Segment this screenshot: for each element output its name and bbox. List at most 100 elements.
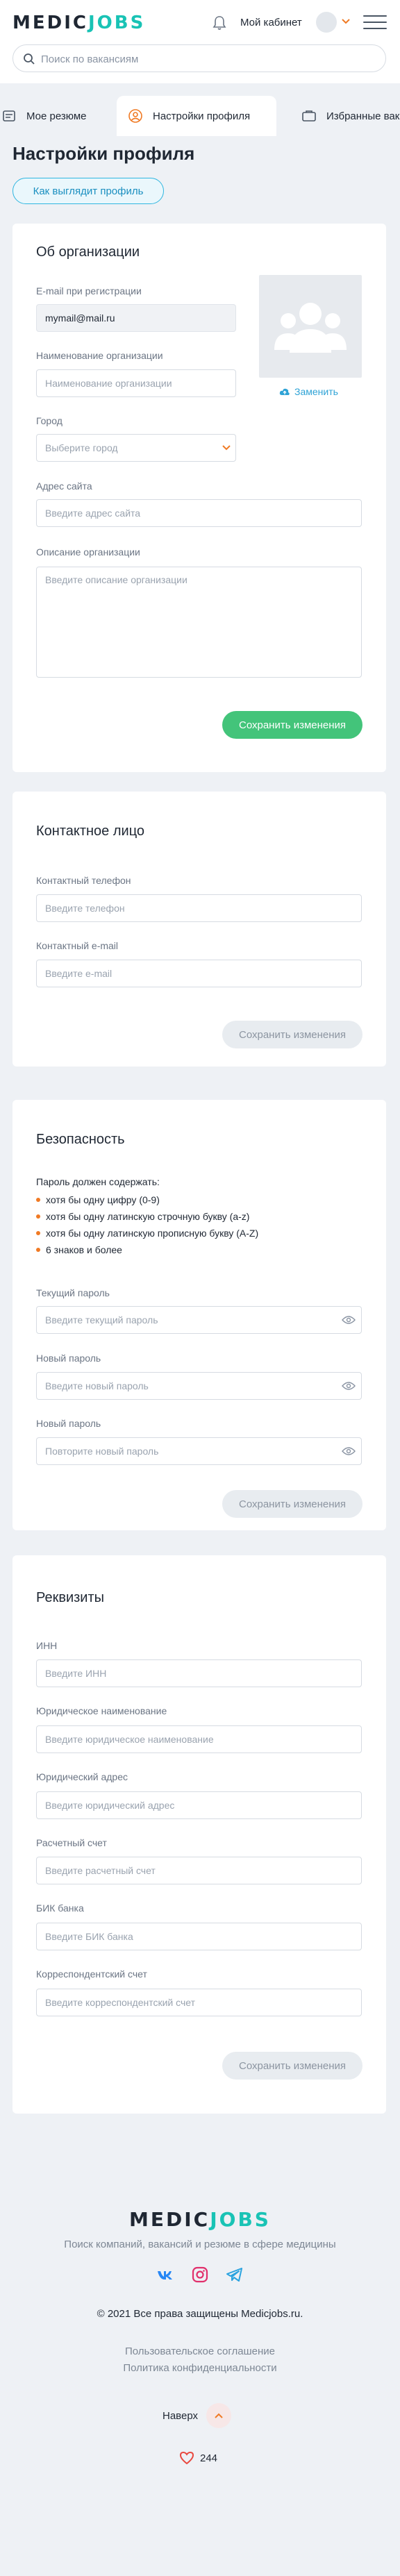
- registration-email-field[interactable]: [36, 304, 236, 332]
- bullet-icon: [36, 1214, 40, 1219]
- account-label: Расчетный счет: [36, 1837, 107, 1848]
- logo-jobs-text: JOBS: [210, 2208, 271, 2231]
- new-password-label: Новый пароль: [36, 1353, 101, 1364]
- legal-address-input[interactable]: [36, 1791, 362, 1819]
- bell-icon[interactable]: [212, 15, 226, 31]
- current-password-input[interactable]: [36, 1306, 362, 1334]
- requisites-card: Реквизиты ИНН Юридическое наименование Ю…: [12, 1555, 386, 2114]
- favorites-icon: [302, 110, 316, 122]
- repeat-password-label: Новый пароль: [36, 1418, 101, 1429]
- preview-profile-button[interactable]: Как выглядит профиль: [12, 178, 164, 204]
- legal-address-label: Юридический адрес: [36, 1771, 128, 1782]
- change-photo-label: Заменить: [294, 386, 338, 397]
- logo-jobs-text: JOBS: [88, 12, 146, 33]
- section-title: Об организации: [36, 244, 140, 260]
- save-requisites-button[interactable]: Сохранить изменения: [222, 2052, 362, 2080]
- save-contact-button[interactable]: Сохранить изменения: [222, 1021, 362, 1048]
- description-textarea[interactable]: [36, 567, 362, 678]
- instagram-icon[interactable]: [190, 2265, 210, 2284]
- new-password-input[interactable]: [36, 1372, 362, 1400]
- profile-settings-icon: [128, 109, 142, 123]
- corr-account-input[interactable]: [36, 1989, 362, 2016]
- section-title: Реквизиты: [36, 1590, 105, 1605]
- password-rule: хотя бы одну латинскую строчную букву (a…: [36, 1211, 249, 1222]
- legal-name-label: Юридическое наименование: [36, 1705, 167, 1716]
- page-title: Настройки профиля: [12, 143, 195, 164]
- copyright: © 2021 Все права защищены Medicjobs.ru.: [97, 2308, 303, 2320]
- back-to-top-label: Наверх: [162, 2409, 198, 2422]
- tab-my-resume[interactable]: Мое резюме: [0, 96, 136, 136]
- search-input[interactable]: [41, 51, 374, 67]
- avatar[interactable]: [316, 12, 337, 33]
- legal-name-input[interactable]: [36, 1725, 362, 1753]
- heart-icon: [179, 2451, 194, 2465]
- section-title: Безопасность: [36, 1132, 125, 1147]
- tab-label: Мое резюме: [26, 110, 87, 122]
- site-label: Адрес сайта: [36, 480, 92, 492]
- eye-icon[interactable]: [342, 1315, 356, 1325]
- vk-icon[interactable]: [156, 2265, 175, 2284]
- inn-label: ИНН: [36, 1640, 58, 1651]
- my-cabinet-link[interactable]: Мой кабинет: [240, 17, 302, 28]
- likes-count: 244: [200, 2452, 218, 2464]
- save-organization-button[interactable]: Сохранить изменения: [222, 711, 362, 739]
- resume-icon: [3, 110, 15, 122]
- footer-logo[interactable]: MEDICJOBS: [0, 2208, 400, 2231]
- site-footer: MEDICJOBS Поиск компаний, вакансий и рез…: [0, 2159, 400, 2576]
- password-rule: 6 знаков и более: [36, 1244, 122, 1255]
- social-links: [154, 2265, 246, 2286]
- logo[interactable]: MEDICJOBS: [12, 12, 145, 33]
- tab-favorite-vacancies[interactable]: Избранные вакансии: [290, 96, 400, 136]
- organization-name-input[interactable]: [36, 369, 236, 397]
- password-rule: хотя бы одну латинскую прописную букву (…: [36, 1228, 258, 1239]
- email-label: E-mail при регистрации: [36, 285, 142, 296]
- site-header: MEDICJOBS Мой кабинет: [0, 0, 400, 83]
- site-input[interactable]: [36, 499, 362, 527]
- organization-photo[interactable]: [259, 275, 362, 378]
- tab-label: Избранные вакансии: [326, 110, 400, 122]
- city-label: Город: [36, 415, 62, 426]
- section-title: Контактное лицо: [36, 823, 145, 839]
- bik-input[interactable]: [36, 1923, 362, 1950]
- tab-label: Настройки профиля: [153, 110, 251, 122]
- inn-input[interactable]: [36, 1659, 362, 1687]
- likes-counter[interactable]: 244: [179, 2451, 217, 2465]
- repeat-password-input[interactable]: [36, 1437, 362, 1465]
- tab-profile-settings[interactable]: Настройки профиля: [117, 96, 276, 136]
- rule-text: 6 знаков и более: [46, 1244, 122, 1255]
- organization-card: Об организации E-mail при регистрации На…: [12, 224, 386, 772]
- user-agreement-link[interactable]: Пользовательское соглашение: [0, 2345, 400, 2357]
- search-bar[interactable]: [12, 44, 386, 72]
- group-placeholder-icon: [274, 303, 347, 353]
- organization-name-label: Наименование организации: [36, 350, 163, 361]
- change-photo-link[interactable]: Заменить: [279, 386, 338, 397]
- eye-icon[interactable]: [342, 1381, 356, 1391]
- city-select[interactable]: [36, 434, 236, 462]
- privacy-policy-link[interactable]: Политика конфиденциальности: [0, 2362, 400, 2374]
- chevron-up-icon: [206, 2403, 231, 2428]
- menu-icon[interactable]: [363, 15, 387, 31]
- account-input[interactable]: [36, 1857, 362, 1884]
- contact-card: Контактное лицо Контактный телефон Конта…: [12, 792, 386, 1067]
- phone-input[interactable]: [36, 894, 362, 922]
- footer-tagline: Поиск компаний, вакансий и резюме в сфер…: [64, 2239, 336, 2250]
- corr-account-label: Корреспондентский счет: [36, 1968, 147, 1980]
- search-icon: [24, 53, 35, 65]
- bullet-icon: [36, 1248, 40, 1252]
- eye-icon[interactable]: [342, 1446, 356, 1456]
- phone-label: Контактный телефон: [36, 875, 131, 886]
- save-security-button[interactable]: Сохранить изменения: [222, 1490, 362, 1518]
- rule-text: хотя бы одну цифру (0-9): [46, 1194, 160, 1205]
- chevron-down-icon: [222, 445, 231, 451]
- telegram-icon[interactable]: [225, 2265, 244, 2284]
- description-label: Описание организации: [36, 546, 140, 558]
- logo-medic-text: MEDIC: [129, 2208, 210, 2231]
- current-password-label: Текущий пароль: [36, 1287, 110, 1298]
- bullet-icon: [36, 1198, 40, 1202]
- chevron-down-icon[interactable]: [342, 18, 350, 25]
- profile-tabs: Мое резюме Настройки профиля Избранные в…: [0, 96, 400, 137]
- rule-text: хотя бы одну латинскую прописную букву (…: [46, 1228, 259, 1239]
- back-to-top-button[interactable]: Наверх: [162, 2403, 231, 2428]
- contact-email-input[interactable]: [36, 960, 362, 987]
- security-card: Безопасность Пароль должен содержать: хо…: [12, 1100, 386, 1530]
